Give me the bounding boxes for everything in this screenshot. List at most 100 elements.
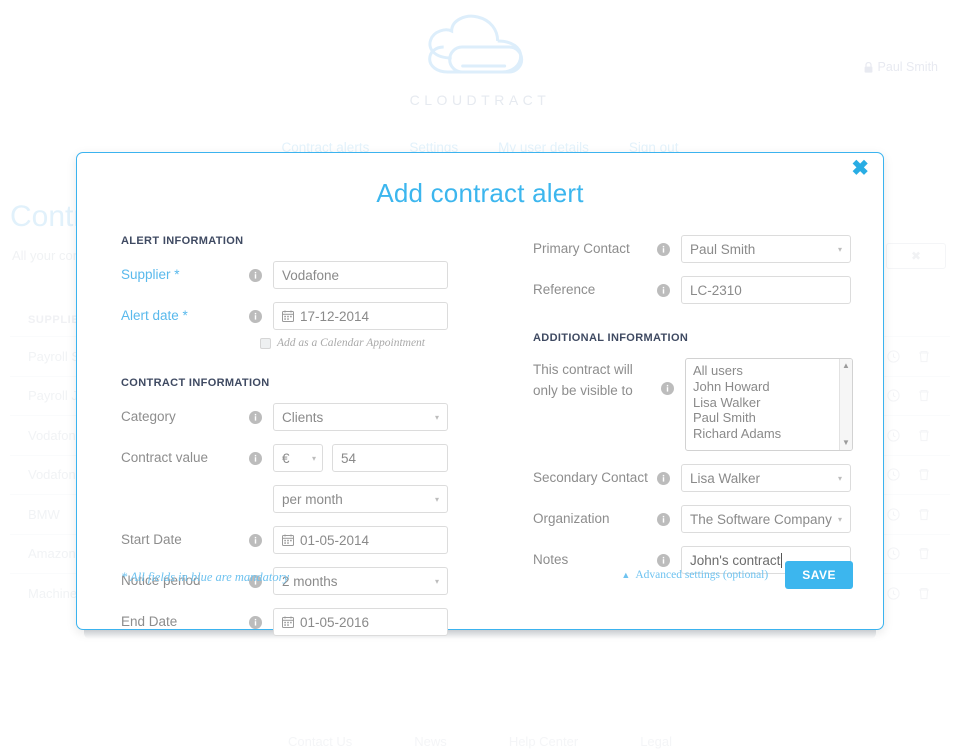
trash-icon[interactable] — [918, 429, 930, 442]
label-reference: Reference — [533, 281, 596, 297]
add-contract-alert-dialog: ✖ Add contract alert ALERT INFORMATION S… — [76, 152, 884, 636]
label-supplier: Supplier * — [121, 266, 180, 282]
field-secondary-contact: Secondary Contact Lisa Walker ▾ — [533, 464, 853, 492]
start-date-input[interactable]: 01-05-2014 — [273, 526, 448, 554]
info-icon[interactable] — [249, 533, 262, 547]
info-icon[interactable] — [249, 268, 262, 282]
footer-link-contact-us[interactable]: Contact Us — [288, 734, 352, 749]
primary-contact-value: Paul Smith — [690, 241, 756, 257]
clock-icon[interactable] — [887, 389, 900, 402]
end-date-value: 01-05-2016 — [300, 614, 370, 630]
info-icon[interactable] — [657, 471, 670, 485]
alert-date-input[interactable]: 17-12-2014 — [273, 302, 448, 330]
chevron-down-icon: ▾ — [434, 494, 439, 504]
end-date-input[interactable]: 01-05-2016 — [273, 608, 448, 636]
field-contract-value: Contract value € ▾ 54 — [121, 444, 487, 472]
trash-icon[interactable] — [918, 587, 930, 600]
notice-period-value: 2 months — [282, 573, 338, 589]
start-date-value: 01-05-2014 — [300, 532, 370, 548]
label-secondary-contact: Secondary Contact — [533, 469, 648, 485]
info-icon[interactable] — [661, 382, 674, 395]
listbox-scrollbar[interactable]: ▲ ▼ — [839, 359, 852, 450]
chevron-up-icon: ▲ — [621, 570, 631, 580]
current-user[interactable]: Paul Smith — [864, 60, 938, 74]
brand-wordmark: CLOUDTRACT — [409, 92, 551, 108]
calendar-appointment-checkbox-row[interactable]: Add as a Calendar Appointment — [260, 337, 487, 349]
secondary-contact-value: Lisa Walker — [690, 470, 761, 486]
reference-input[interactable]: LC-2310 — [681, 276, 851, 304]
supplier-input[interactable]: Vodafone — [273, 261, 448, 289]
trash-icon[interactable] — [918, 468, 930, 481]
clock-icon[interactable] — [887, 547, 900, 560]
field-category: Category Clients ▾ — [121, 403, 487, 431]
field-supplier: Supplier * Vodafone — [121, 261, 487, 289]
label-visibility-line1: This contract will — [533, 362, 633, 377]
dialog-title: Add contract alert — [376, 178, 584, 208]
brand-logo[interactable]: CLOUDTRACT — [410, 14, 551, 108]
trash-icon[interactable] — [918, 547, 930, 560]
calendar-appointment-checkbox[interactable] — [260, 337, 271, 349]
info-icon[interactable] — [249, 309, 262, 323]
info-icon[interactable] — [657, 283, 670, 297]
search-clear-button[interactable]: ✖ — [886, 243, 946, 269]
field-visibility: This contract will only be visible to Al… — [533, 358, 853, 451]
notice-period-select[interactable]: 2 months ▾ — [273, 567, 448, 595]
info-icon[interactable] — [249, 410, 262, 424]
advanced-settings-label: Advanced settings (optional) — [635, 569, 769, 581]
chevron-down-icon: ▾ — [434, 412, 439, 422]
footer-link-legal[interactable]: Legal — [640, 734, 672, 749]
list-item[interactable]: Lisa Walker — [693, 395, 852, 411]
trash-icon[interactable] — [918, 350, 930, 363]
label-primary-contact: Primary Contact — [533, 240, 630, 256]
secondary-contact-select[interactable]: Lisa Walker ▾ — [681, 464, 851, 492]
reference-value: LC-2310 — [690, 282, 742, 298]
list-item[interactable]: Richard Adams — [693, 426, 852, 442]
clock-icon[interactable] — [887, 587, 900, 600]
category-value: Clients — [282, 409, 324, 425]
info-icon[interactable] — [249, 615, 262, 629]
section-heading-alert-information: ALERT INFORMATION — [121, 235, 244, 247]
label-start-date: Start Date — [121, 531, 182, 547]
primary-contact-select[interactable]: Paul Smith ▾ — [681, 235, 851, 263]
footer-link-help-center[interactable]: Help Center — [509, 734, 578, 749]
label-organization: Organization — [533, 510, 610, 526]
info-icon[interactable] — [657, 242, 670, 256]
calendar-icon — [282, 310, 294, 322]
currency-select[interactable]: € ▾ — [273, 444, 323, 472]
info-icon[interactable] — [249, 451, 262, 465]
trash-icon[interactable] — [918, 508, 930, 521]
chevron-down-icon: ▾ — [837, 244, 842, 254]
save-button[interactable]: SAVE — [785, 561, 853, 589]
clock-icon[interactable] — [887, 508, 900, 521]
frequency-select[interactable]: per month ▾ — [273, 485, 448, 513]
list-item[interactable]: All users — [693, 363, 852, 379]
alert-date-value: 17-12-2014 — [300, 308, 370, 324]
category-select[interactable]: Clients ▾ — [273, 403, 448, 431]
label-visibility-line2: only be visible to — [533, 382, 633, 398]
clock-icon[interactable] — [887, 350, 900, 363]
calendar-icon — [282, 534, 294, 546]
advanced-settings-toggle[interactable]: ▲ Advanced settings (optional) — [621, 569, 768, 581]
field-frequency: per month ▾ — [121, 485, 487, 513]
field-start-date: Start Date 01-05-2014 — [121, 526, 487, 554]
list-item[interactable]: Paul Smith — [693, 410, 852, 426]
clock-icon[interactable] — [887, 468, 900, 481]
scroll-down-icon[interactable]: ▼ — [842, 439, 850, 447]
organization-value: The Software Company — [690, 511, 832, 527]
section-heading-additional-information: ADDITIONAL INFORMATION — [533, 332, 689, 344]
close-icon[interactable]: ✖ — [851, 158, 869, 179]
label-category: Category — [121, 408, 176, 424]
footer-link-news[interactable]: News — [414, 734, 447, 749]
organization-select[interactable]: The Software Company ▾ — [681, 505, 851, 533]
clock-icon[interactable] — [887, 429, 900, 442]
contract-amount-input[interactable]: 54 — [332, 444, 448, 472]
list-item[interactable]: John Howard — [693, 379, 852, 395]
field-primary-contact: Primary Contact Paul Smith ▾ — [533, 235, 853, 263]
visibility-listbox[interactable]: All users John Howard Lisa Walker Paul S… — [685, 358, 853, 451]
scroll-up-icon[interactable]: ▲ — [842, 362, 850, 370]
label-visibility: This contract will only be visible to — [533, 358, 661, 402]
site-header: CLOUDTRACT Paul Smith — [0, 8, 960, 128]
info-icon[interactable] — [657, 512, 670, 526]
field-alert-date: Alert date * 17-12-2014 — [121, 302, 487, 330]
trash-icon[interactable] — [918, 389, 930, 402]
